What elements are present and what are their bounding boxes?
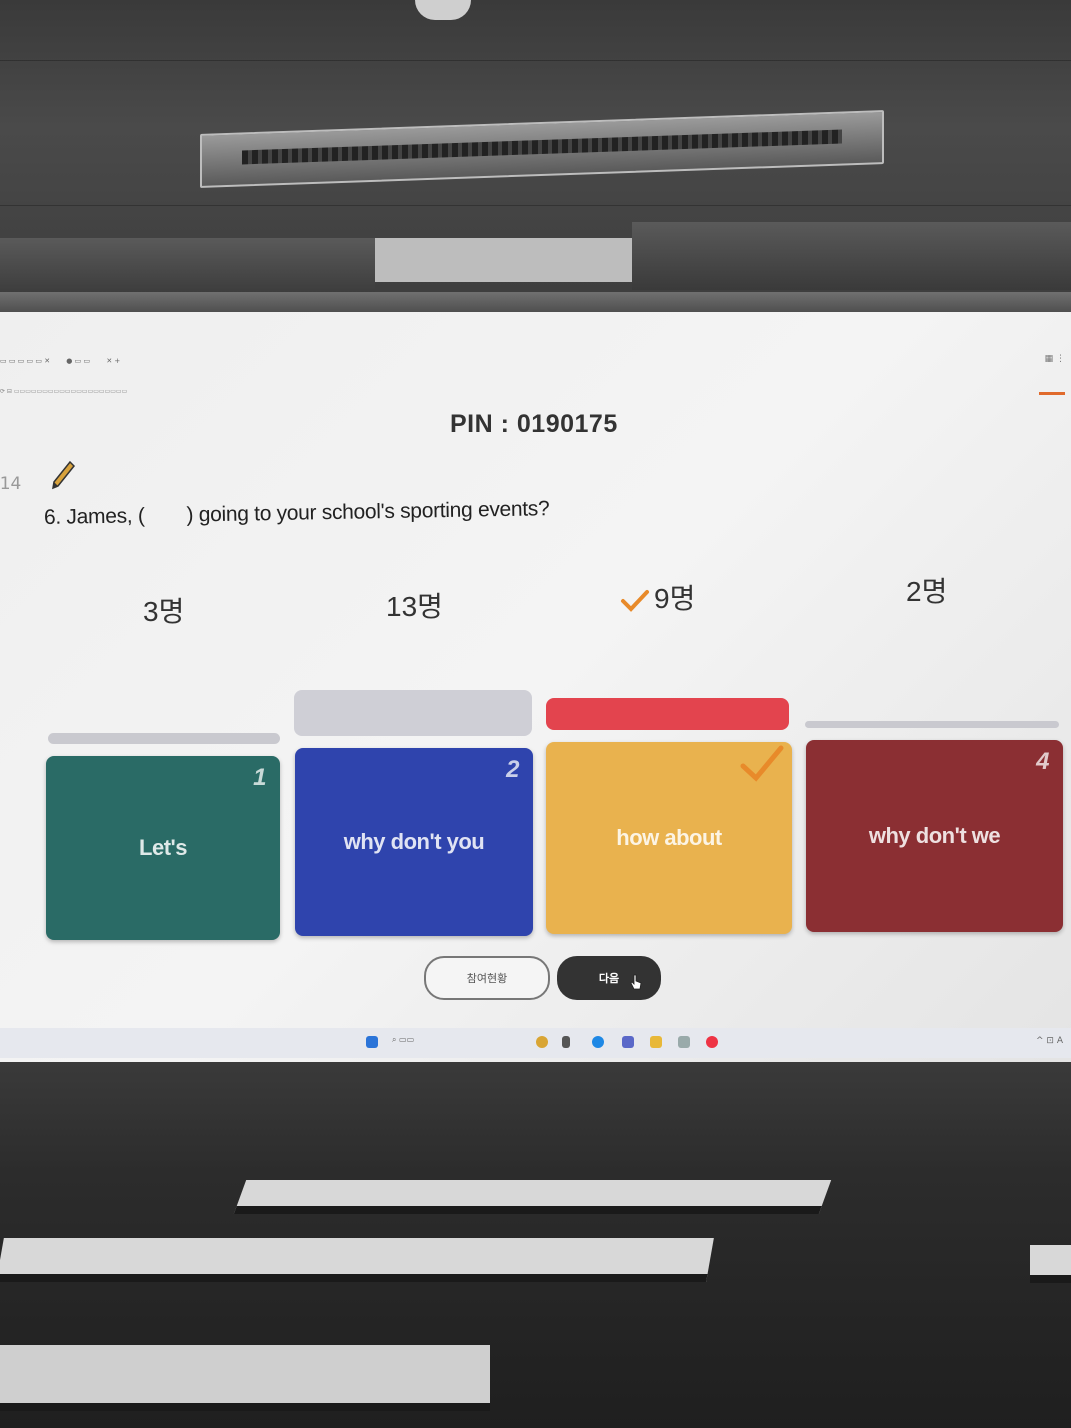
- answer-1-count: 3명: [143, 596, 185, 627]
- browser-tab[interactable]: ● ▭ ▭: [66, 357, 90, 365]
- address-bar[interactable]: ⟳ ⊟ ▭▭▭▭▭▭▭▭▭▭▭▭▭▭▭▭▭▭▭▭: [0, 388, 127, 395]
- answer-4-count: 2명: [906, 576, 948, 607]
- new-tab-button[interactable]: ✕ +: [106, 357, 120, 365]
- app-icon[interactable]: [562, 1036, 570, 1048]
- app-icon[interactable]: [536, 1036, 548, 1048]
- answer-1-number: 1: [253, 764, 266, 791]
- pencil-icon[interactable]: [50, 460, 76, 490]
- cursor-icon: [630, 974, 642, 990]
- answer-card-3[interactable]: how about: [546, 742, 792, 934]
- question-progress: /14: [0, 474, 22, 494]
- question-text: 6. James, ( ) going to your school's spor…: [44, 497, 550, 530]
- desk: [0, 1238, 714, 1282]
- answer-1-bar: [48, 733, 280, 744]
- ceiling-seam: [0, 205, 1071, 206]
- answer-4-text: why don't we: [868, 823, 1001, 848]
- answer-1-text: Let's: [139, 835, 187, 860]
- start-icon[interactable]: [366, 1036, 378, 1048]
- answer-3-text: how about: [616, 825, 722, 850]
- app-icon[interactable]: [678, 1036, 690, 1048]
- projected-screen: ▭ ▭ ▭ ▭ ▭ ✕ ● ▭ ▭ ✕ + ▦ ⋮ ⟳ ⊟ ▭▭▭▭▭▭▭▭▭▭…: [0, 312, 1071, 1062]
- answer-card-4[interactable]: 4 why don't we: [806, 740, 1063, 932]
- answer-3-bar: [546, 698, 789, 730]
- chrome-icon[interactable]: [706, 1036, 718, 1048]
- screen-top-bar: [0, 292, 1071, 314]
- desk: [233, 1180, 832, 1214]
- screen-housing: [632, 222, 1071, 290]
- browser-tab-strip: ▭ ▭ ▭ ▭ ▭ ✕ ● ▭ ▭ ✕ +: [0, 357, 134, 371]
- quiz-pin: PIN : 0190175: [450, 410, 618, 438]
- edge-icon[interactable]: [592, 1036, 604, 1048]
- app-icon[interactable]: [622, 1036, 634, 1048]
- answer-2-text: why don't you: [343, 829, 485, 854]
- taskbar-search[interactable]: ⌕ ▭▭: [392, 1035, 414, 1045]
- answer-2-count: 13명: [386, 591, 443, 622]
- answer-4-number: 4: [1036, 748, 1049, 775]
- answer-3-count: 9명: [620, 577, 695, 617]
- correct-check-icon: [740, 745, 784, 782]
- extensions-icon[interactable]: ▦ ⋮: [1045, 354, 1065, 364]
- minimize-icon[interactable]: [1039, 392, 1065, 395]
- desk: [0, 1345, 490, 1411]
- screen-housing: [375, 238, 632, 282]
- answer-3-count-value: 9명: [654, 583, 696, 614]
- desk: [1030, 1245, 1071, 1283]
- participation-status-button[interactable]: 참여현황: [424, 956, 550, 1000]
- next-button[interactable]: 다음: [557, 956, 661, 1000]
- screen-housing: [0, 238, 375, 298]
- check-icon: [621, 589, 649, 612]
- question-part-before: 6. James, (: [43, 504, 145, 529]
- system-tray[interactable]: ^ ⊡ A: [1036, 1036, 1063, 1046]
- question-part-after: ) going to your school's sporting events…: [186, 497, 550, 527]
- answer-card-2[interactable]: 2 why don't you: [295, 748, 533, 936]
- answer-card-1[interactable]: 1 Let's: [46, 756, 280, 940]
- ceiling-seam: [0, 60, 1071, 61]
- taskbar: ⌕ ▭▭ ^ ⊡ A: [0, 1028, 1071, 1058]
- answer-4-bar: [805, 721, 1059, 728]
- answer-2-number: 2: [506, 756, 519, 783]
- answer-2-bar: [294, 690, 532, 736]
- browser-tab[interactable]: ▭ ▭ ▭ ▭ ▭ ✕: [0, 357, 50, 365]
- folder-icon[interactable]: [650, 1036, 662, 1048]
